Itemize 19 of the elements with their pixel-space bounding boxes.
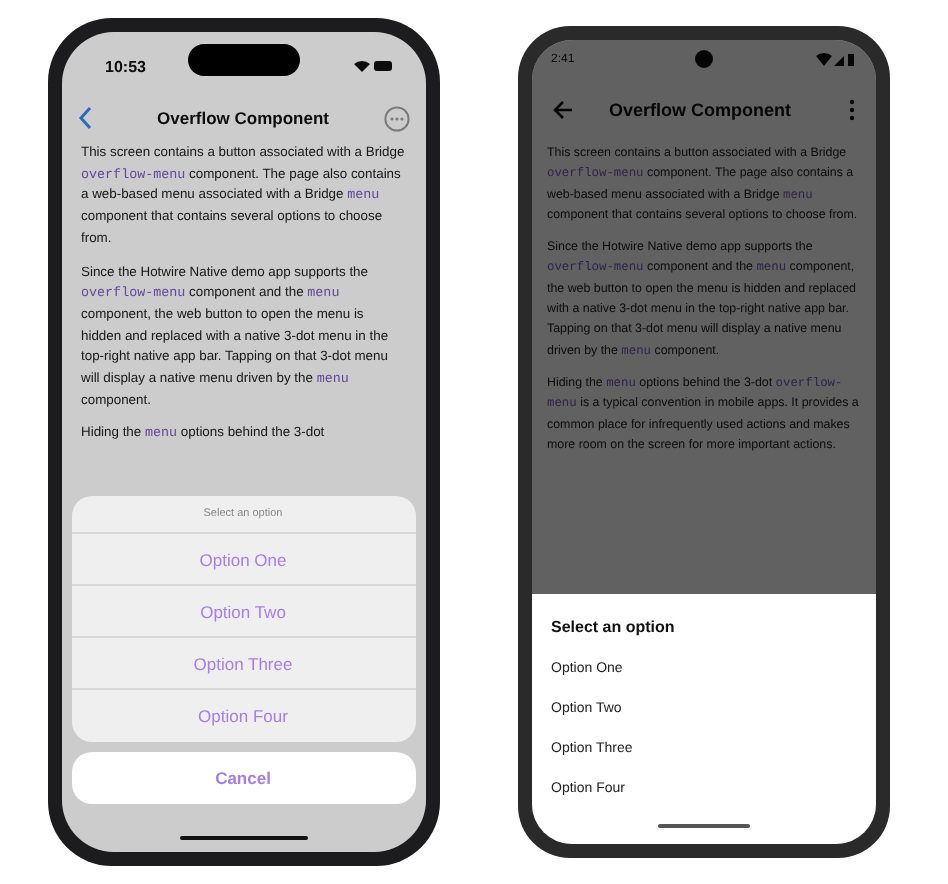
cancel-button[interactable]: Cancel (71, 752, 415, 804)
menu-option[interactable]: Option Two (71, 586, 415, 638)
back-icon[interactable] (77, 106, 93, 130)
sheet-title: Select an option (549, 616, 677, 640)
status-icons (349, 58, 393, 74)
status-time: 10:53 (105, 57, 146, 75)
menu-option[interactable]: Option Three (71, 638, 415, 690)
more-icon[interactable] (847, 98, 855, 122)
menu-option[interactable]: Option Four (71, 690, 415, 742)
more-icon[interactable] (383, 105, 409, 131)
screen-title: Overflow Component (157, 108, 329, 128)
home-indicator (657, 823, 749, 828)
back-arrow-icon[interactable] (551, 100, 573, 120)
status-icons (815, 52, 855, 68)
screen-title: Overflow Component (609, 100, 792, 120)
home-indicator (179, 835, 307, 840)
camera-cutout (694, 50, 712, 68)
camera-cutout (187, 44, 299, 76)
menu-option[interactable]: Option One (71, 534, 415, 586)
